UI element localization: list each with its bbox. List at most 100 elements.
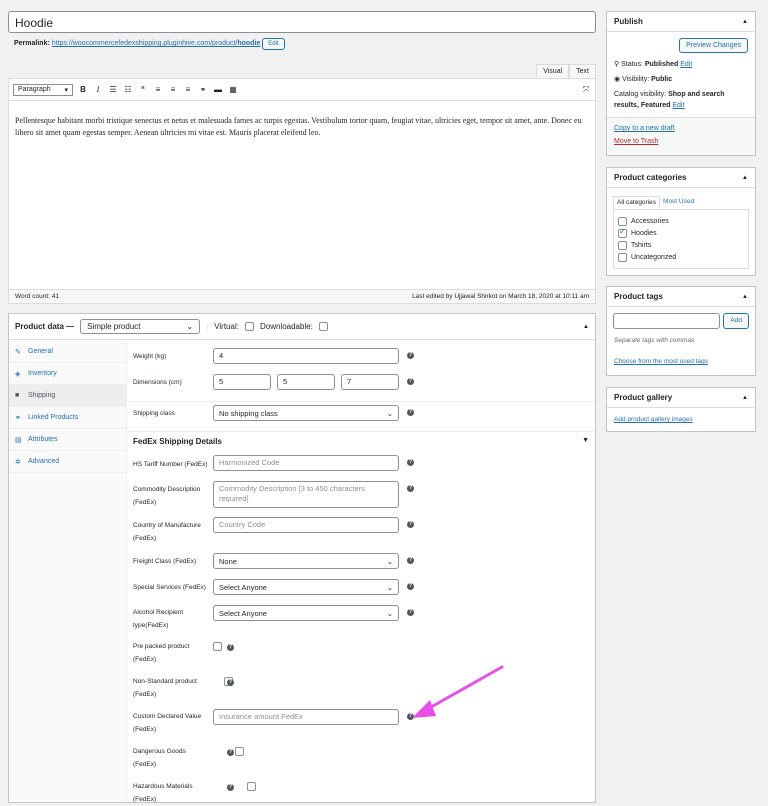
help-icon[interactable]: ? [407,609,414,616]
dangerous-label: Dangerous Goods (FedEx) [133,748,186,768]
publish-header[interactable]: Publish ▲ [607,12,755,32]
help-icon[interactable]: ? [227,679,234,686]
add-gallery-images-link[interactable]: Add product gallery images [614,416,693,423]
help-icon[interactable]: ? [227,644,234,651]
fedex-toggle-icon[interactable]: ▼ [582,437,589,444]
category-checkbox[interactable] [618,216,627,226]
editor-tabs: Visual Text [536,64,596,79]
category-item[interactable]: Hoodies [618,227,744,239]
tab-advanced[interactable]: ✲ Advanced [9,451,126,473]
categories-header[interactable]: Product categories ▲ [607,168,755,188]
gear-icon: ✲ [15,458,21,466]
permalink-label: Permalink: [14,40,50,47]
tags-header[interactable]: Product tags ▲ [607,287,755,307]
toolbar-toggle-icon[interactable]: ▦ [228,85,238,94]
collapse-icon[interactable]: ▲ [583,324,589,330]
bold-icon[interactable]: B [78,85,88,94]
bullet-list-icon[interactable]: ☰ [108,85,118,94]
help-icon[interactable]: ? [407,583,414,590]
prepacked-label: Pre packed product (FedEx) [133,643,190,663]
category-checkbox[interactable] [618,240,627,250]
tab-visual[interactable]: Visual [536,64,570,79]
shipping-class-select[interactable]: No shipping class ⌄ [213,405,399,421]
tab-all-categories[interactable]: All categories [613,196,661,209]
editor-body[interactable]: Pellentesque habitant morbi tristique se… [9,101,595,153]
height-input[interactable]: 7 [341,374,399,390]
read-more-icon[interactable]: ▬ [213,85,223,94]
collapse-icon[interactable]: ▲ [742,395,748,401]
category-checkbox[interactable] [618,227,627,238]
category-item[interactable]: Uncategorized [618,251,744,263]
help-icon[interactable]: ? [407,352,414,359]
downloadable-label: Downloadable: [259,322,313,331]
permalink-edit-button[interactable]: Edit [262,38,285,50]
copy-draft-link[interactable]: Copy to a new draft [614,125,675,132]
italic-icon[interactable]: I [93,85,103,94]
tab-attributes[interactable]: ▤ Attributes [9,429,126,451]
country-input[interactable]: Country Code [213,517,399,533]
help-icon[interactable]: ? [407,557,414,564]
status-row: ⚲ Status: Published Edit [614,61,693,68]
help-icon[interactable]: ? [407,485,414,492]
prepacked-checkbox[interactable] [213,642,222,652]
help-icon[interactable]: ? [407,521,414,528]
weight-input[interactable]: 4 [213,348,399,364]
downloadable-checkbox[interactable] [318,322,328,331]
length-input[interactable]: 5 [213,374,271,390]
tab-shipping[interactable]: ■ Shipping [9,385,126,407]
align-right-icon[interactable]: ≡ [183,85,193,94]
width-input[interactable]: 5 [277,374,335,390]
special-services-select[interactable]: Select Anyone ⌄ [213,579,399,595]
catalog-edit-link[interactable]: Edit [672,102,684,109]
fullscreen-icon[interactable]: ⤧ [581,85,591,95]
help-icon[interactable]: ? [407,459,414,466]
tab-linked-products[interactable]: ⚭ Linked Products [9,407,126,429]
align-left-icon[interactable]: ≡ [153,85,163,94]
category-item[interactable]: Accessories [618,215,744,227]
virtual-checkbox[interactable] [244,322,254,331]
product-data-tabs: ✎ General ◈ Inventory ■ Shipping ⚭ Linked Pr… [9,341,127,802]
tab-general[interactable]: ✎ General [9,341,126,363]
link-icon[interactable]: ⚭ [198,85,208,94]
help-icon[interactable]: ? [407,378,414,385]
hazardous-checkbox[interactable] [246,782,256,792]
numbered-list-icon[interactable]: ☷ [123,85,133,94]
hs-tariff-input[interactable]: Harmonized Code [213,455,399,471]
help-icon[interactable]: ? [227,784,234,791]
help-icon[interactable]: ? [227,749,234,756]
move-to-trash-link[interactable]: Move to Trash [614,138,658,145]
list-icon: ▤ [15,436,22,444]
help-icon[interactable]: ? [407,409,414,416]
nonstandard-label: Non-Standard product (FedEx) [133,678,197,698]
category-item[interactable]: Tshirts [618,239,744,251]
publish-box: Publish ▲ Preview Changes ⚲ Status: Publi… [606,11,756,156]
blockquote-icon[interactable]: “ [138,85,148,94]
product-title-input[interactable]: Hoodie [8,11,596,33]
commodity-textarea[interactable]: Commodity Description [3 to 450 characte… [213,481,399,508]
dangerous-checkbox[interactable] [235,747,245,757]
format-select[interactable]: Paragraph ▾ [13,83,73,96]
catalog-visibility-row: Catalog visibility: Shop and search resu… [614,91,725,109]
add-tag-button[interactable]: Add [723,313,749,329]
tags-box: Product tags ▲ Add Separate tags with com… [606,286,756,376]
custom-declared-input[interactable]: Insurance amount FedEx [213,709,399,725]
tab-most-used[interactable]: Most Used [660,196,697,209]
tab-text[interactable]: Text [569,64,596,79]
collapse-icon[interactable]: ▲ [742,175,748,181]
status-edit-link[interactable]: Edit [680,61,692,68]
align-center-icon[interactable]: ≡ [168,85,178,94]
collapse-icon[interactable]: ▲ [742,294,748,300]
category-checkbox[interactable] [618,252,627,262]
tab-inventory[interactable]: ◈ Inventory [9,363,126,385]
preview-changes-button[interactable]: Preview Changes [679,38,748,53]
tag-input[interactable] [613,313,721,329]
permalink-url[interactable]: https://woocommercefedexshipping.pluginh… [52,40,261,47]
collapse-icon[interactable]: ▲ [742,19,748,25]
tags-hint: Separate tags with commas [614,337,695,344]
eye-icon: ◉ [614,76,621,83]
alcohol-select[interactable]: Select Anyone ⌄ [213,605,399,621]
freight-select[interactable]: None ⌄ [213,553,399,569]
product-type-select[interactable]: Simple product ⌄ [80,319,201,334]
gallery-header[interactable]: Product gallery ▲ [607,388,755,408]
choose-tags-link[interactable]: Choose from the most used tags [614,358,708,365]
